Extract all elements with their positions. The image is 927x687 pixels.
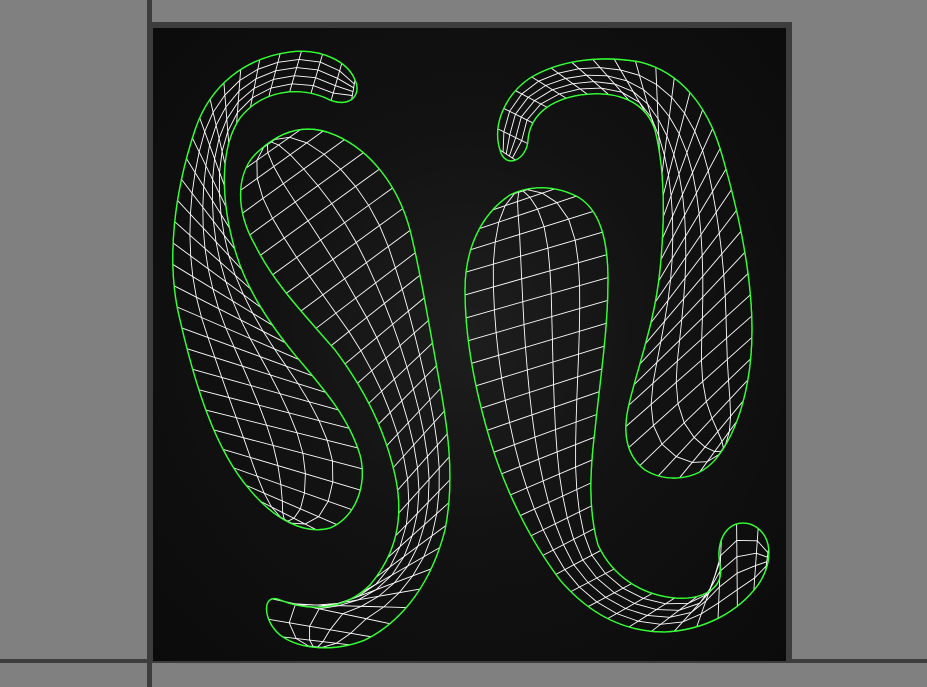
uv-edge-cross-0-9 bbox=[199, 117, 225, 186]
uv-edge-cross-0-11 bbox=[186, 158, 231, 229]
uv-edge-cross-0-14 bbox=[174, 221, 251, 290]
uv-edge-cross-0-2 bbox=[310, 54, 323, 94]
uv-edge-cross-1-5 bbox=[260, 168, 380, 256]
uv-edge-cross-0-6 bbox=[236, 69, 242, 124]
uv-island-right-inner[interactable] bbox=[464, 187, 770, 633]
uv-edge-loop-1-3 bbox=[271, 141, 430, 648]
uv-edge-cross-2-16 bbox=[530, 505, 592, 537]
uv-edge-cross-2-2 bbox=[479, 195, 577, 230]
uv-boundary-edge bbox=[464, 187, 770, 633]
uv-edge-cross-0-28 bbox=[260, 500, 317, 531]
uv-edge-loop-0-2 bbox=[202, 67, 354, 520]
uv-edge-cross-0-25 bbox=[222, 448, 361, 491]
uv-edge-cross-2-5 bbox=[464, 254, 607, 296]
uv-edge-cross-0-24 bbox=[213, 429, 363, 470]
uv-edge-cross-1-17 bbox=[397, 433, 448, 491]
uv-edge-cross-1-6 bbox=[272, 187, 393, 276]
uv-boundary-edge bbox=[496, 58, 753, 479]
uv-edge-cross-0-15 bbox=[172, 242, 262, 308]
uv-edge-loop-2-1 bbox=[492, 193, 767, 625]
uv-edge-cross-2-8 bbox=[471, 322, 607, 364]
uv-edge-cross-2-13 bbox=[501, 436, 595, 475]
uv-edge-cross-1-13 bbox=[368, 342, 433, 404]
uv-edge-cross-0-3 bbox=[289, 51, 302, 93]
uv-boundary-edge bbox=[239, 128, 451, 649]
uv-edge-cross-3-18 bbox=[650, 210, 737, 324]
uv-edge-cross-1-24 bbox=[316, 588, 421, 608]
uv-edge-cross-1-21 bbox=[375, 525, 447, 578]
uv-edge-cross-3-5 bbox=[550, 67, 588, 95]
uv-edge-cross-1-4 bbox=[249, 152, 364, 236]
uv-edge-loop-3-3 bbox=[508, 81, 722, 452]
uv-edge-cross-1-18 bbox=[398, 456, 450, 514]
uv-edge-cross-0-23 bbox=[205, 409, 358, 449]
uv-edge-cross-3-27 bbox=[679, 400, 744, 479]
uv-edge-cross-0-26 bbox=[233, 467, 352, 511]
uv-edge-cross-0-13 bbox=[177, 200, 242, 270]
uv-edge-cross-0-4 bbox=[268, 53, 281, 97]
uv-edge-cross-1-1 bbox=[245, 129, 301, 169]
uv-edge-cross-0-22 bbox=[198, 389, 350, 429]
uv-edge-cross-2-10 bbox=[481, 368, 602, 409]
uv-edge-cross-0-8 bbox=[209, 99, 226, 165]
uv-edge-cross-2-20 bbox=[587, 583, 632, 607]
uv-edge-cross-1-15 bbox=[386, 388, 441, 446]
uv-edge-cross-1-11 bbox=[344, 297, 425, 365]
uv-edge-cross-1-26 bbox=[271, 598, 391, 625]
uv-edge-cross-0-27 bbox=[245, 484, 337, 526]
uv-edge-cross-2-9 bbox=[475, 345, 605, 387]
uv-edge-cross-2-6 bbox=[465, 277, 609, 319]
uv-edge-cross-2-27 bbox=[736, 523, 738, 607]
uv-edge-cross-2-11 bbox=[487, 391, 600, 431]
uv-wireframe-canvas[interactable] bbox=[0, 0, 927, 687]
uv-edge-loop-2-3 bbox=[522, 190, 768, 611]
uv-edge-loop-3-1 bbox=[502, 67, 732, 445]
uv-edge-cross-3-23 bbox=[625, 315, 753, 427]
uv-edge-cross-2-3 bbox=[470, 210, 594, 251]
uv-island-left-inner[interactable] bbox=[239, 128, 451, 649]
uv-edge-cross-2-7 bbox=[468, 300, 608, 342]
uv-edge-cross-1-14 bbox=[378, 365, 437, 425]
uv-edge-cross-0-5 bbox=[249, 59, 261, 108]
uv-edge-loop-1-1 bbox=[256, 147, 410, 647]
uv-edge-cross-1-12 bbox=[357, 320, 429, 384]
uv-edge-loop-0-4 bbox=[218, 83, 353, 525]
uv-edge-cross-1-7 bbox=[286, 208, 404, 294]
uv-island-right-outer[interactable] bbox=[496, 58, 753, 479]
uv-edge-cross-2-4 bbox=[465, 231, 603, 273]
uv-edge-cross-2-28 bbox=[753, 528, 759, 591]
uv-edge-cross-0-17 bbox=[173, 285, 286, 344]
uv-edge-cross-1-3 bbox=[242, 139, 345, 214]
uv-edge-cross-0-16 bbox=[172, 264, 273, 326]
uv-wireframe-edges bbox=[172, 51, 770, 649]
